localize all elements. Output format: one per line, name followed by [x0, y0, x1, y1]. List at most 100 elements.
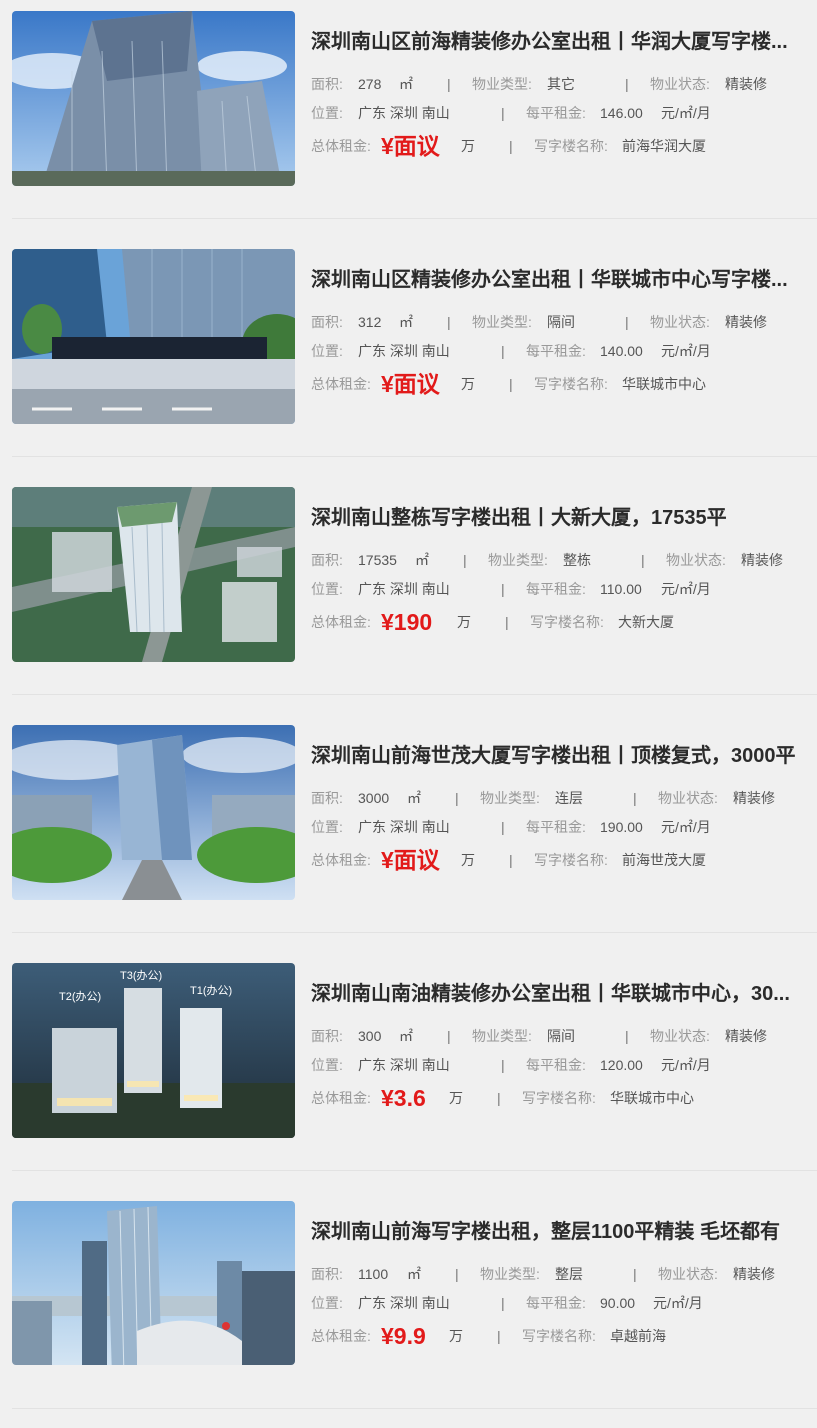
separator: | — [505, 614, 509, 630]
area-value: 3000 — [358, 790, 390, 806]
status-value: 精装修 — [725, 314, 767, 330]
separator: | — [509, 376, 513, 392]
area-unit: ㎡ — [399, 1028, 413, 1044]
total-rent-unit: 万 — [461, 376, 475, 392]
building-name-value: 卓越前海 — [610, 1328, 666, 1344]
separator: | — [625, 76, 629, 92]
location-label: 位置: — [311, 343, 343, 359]
building-name-label: 写字楼名称: — [534, 376, 608, 392]
separator: | — [501, 105, 505, 121]
location-value: 广东 深圳 南山 — [358, 343, 450, 359]
building-name-value: 前海世茂大厦 — [622, 852, 706, 868]
area-value: 278 — [358, 76, 382, 92]
listing-photo[interactable]: T2(办公) T3(办公) T1(办公) — [12, 963, 295, 1138]
separator: | — [501, 343, 505, 359]
location-value: 广东 深圳 南山 — [358, 581, 450, 597]
type-label: 物业类型: — [472, 314, 532, 330]
status-label: 物业状态: — [650, 314, 710, 330]
separator: | — [509, 138, 513, 154]
building-name-value: 华联城市中心 — [610, 1090, 694, 1106]
listing-item[interactable]: 深圳南山前海写字楼出租，整层1100平精装 毛坯都有 面积: 1100 ㎡ | … — [0, 1190, 817, 1428]
listing-photo[interactable] — [12, 725, 295, 900]
area-label: 面积: — [311, 76, 343, 92]
type-label: 物业类型: — [488, 552, 548, 568]
building-name-label: 写字楼名称: — [530, 614, 604, 630]
total-rent-label: 总体租金: — [311, 376, 371, 392]
separator: | — [633, 1266, 637, 1282]
separator: | — [455, 1266, 459, 1282]
location-label: 位置: — [311, 581, 343, 597]
unit-price-value: 146.00 — [600, 105, 643, 121]
location-label: 位置: — [311, 1295, 343, 1311]
status-value: 精装修 — [733, 790, 775, 806]
area-unit: ㎡ — [415, 552, 429, 568]
type-value: 整栋 — [563, 552, 591, 568]
separator: | — [633, 790, 637, 806]
type-value: 隔间 — [547, 314, 575, 330]
unit-price-value: 190.00 — [600, 819, 643, 835]
unit-price-unit: 元/㎡/月 — [661, 343, 711, 359]
separator: | — [625, 1028, 629, 1044]
separator: | — [641, 552, 645, 568]
status-label: 物业状态: — [666, 552, 726, 568]
area-label: 面积: — [311, 790, 343, 806]
listing-title[interactable]: 深圳南山南油精装修办公室出租丨华联城市中心，30... — [311, 980, 801, 1008]
building-name-value: 前海华润大厦 — [622, 138, 706, 154]
listing-photo[interactable] — [12, 1201, 295, 1365]
status-label: 物业状态: — [658, 1266, 718, 1282]
unit-price-value: 90.00 — [600, 1295, 636, 1311]
total-rent-value: ¥面议 — [381, 847, 440, 873]
listing-item[interactable]: 深圳南山整栋写字楼出租丨大新大厦，17535平 面积: 17535 ㎡ | 物业… — [0, 476, 817, 714]
listing-photo[interactable] — [12, 11, 295, 186]
unit-price-value: 120.00 — [600, 1057, 643, 1073]
listing-title[interactable]: 深圳南山前海写字楼出租，整层1100平精装 毛坯都有 — [311, 1218, 801, 1246]
type-value: 其它 — [547, 76, 575, 92]
unit-price-label: 每平租金: — [526, 1295, 586, 1311]
separator: | — [497, 1090, 501, 1106]
separator: | — [463, 552, 467, 568]
separator: | — [501, 581, 505, 597]
listing-item[interactable]: 深圳南山前海世茂大厦写字楼出租丨顶楼复式，3000平 面积: 3000 ㎡ | … — [0, 714, 817, 952]
separator: | — [501, 819, 505, 835]
building-name-label: 写字楼名称: — [522, 1090, 596, 1106]
listing-title[interactable]: 深圳南山前海世茂大厦写字楼出租丨顶楼复式，3000平 — [311, 742, 806, 770]
total-rent-label: 总体租金: — [311, 614, 371, 630]
total-rent-value: ¥面议 — [381, 371, 440, 397]
tower-t1-label: T1(办公) — [190, 984, 232, 997]
total-rent-unit: 万 — [449, 1090, 463, 1106]
listing-item[interactable]: T2(办公) T3(办公) T1(办公) 深圳南山南油精装修办公室出租丨华联城市… — [0, 952, 817, 1190]
total-rent-label: 总体租金: — [311, 852, 371, 868]
status-value: 精装修 — [741, 552, 783, 568]
listing-item[interactable]: 深圳南山区前海精装修办公室出租丨华润大厦写字楼... 面积: 278 ㎡ | 物… — [0, 0, 817, 238]
area-label: 面积: — [311, 1028, 343, 1044]
status-label: 物业状态: — [650, 76, 710, 92]
location-value: 广东 深圳 南山 — [358, 819, 450, 835]
unit-price-label: 每平租金: — [526, 343, 586, 359]
status-label: 物业状态: — [650, 1028, 710, 1044]
area-unit: ㎡ — [407, 1266, 421, 1282]
total-rent-unit: 万 — [457, 614, 471, 630]
listing-title[interactable]: 深圳南山区前海精装修办公室出租丨华润大厦写字楼... — [311, 28, 801, 56]
unit-price-label: 每平租金: — [526, 581, 586, 597]
separator: | — [501, 1295, 505, 1311]
separator: | — [447, 1028, 451, 1044]
separator: | — [497, 1328, 501, 1344]
total-rent-value: ¥3.6 — [381, 1085, 426, 1111]
status-label: 物业状态: — [658, 790, 718, 806]
unit-price-unit: 元/㎡/月 — [661, 105, 711, 121]
listing-item[interactable]: 深圳南山区精装修办公室出租丨华联城市中心写字楼... 面积: 312 ㎡ | 物… — [0, 238, 817, 476]
type-label: 物业类型: — [480, 790, 540, 806]
listing-photo[interactable] — [12, 487, 295, 662]
total-rent-value: ¥9.9 — [381, 1323, 426, 1349]
area-value: 1100 — [358, 1266, 389, 1282]
unit-price-value: 110.00 — [600, 581, 642, 597]
status-value: 精装修 — [725, 76, 767, 92]
listing-title[interactable]: 深圳南山区精装修办公室出租丨华联城市中心写字楼... — [311, 266, 801, 294]
building-name-label: 写字楼名称: — [522, 1328, 596, 1344]
listing-title[interactable]: 深圳南山整栋写字楼出租丨大新大厦，17535平 — [311, 504, 801, 532]
status-value: 精装修 — [725, 1028, 767, 1044]
listing-photo[interactable] — [12, 249, 295, 424]
unit-price-unit: 元/㎡/月 — [653, 1295, 703, 1311]
unit-price-unit: 元/㎡/月 — [661, 1057, 711, 1073]
location-label: 位置: — [311, 1057, 343, 1073]
